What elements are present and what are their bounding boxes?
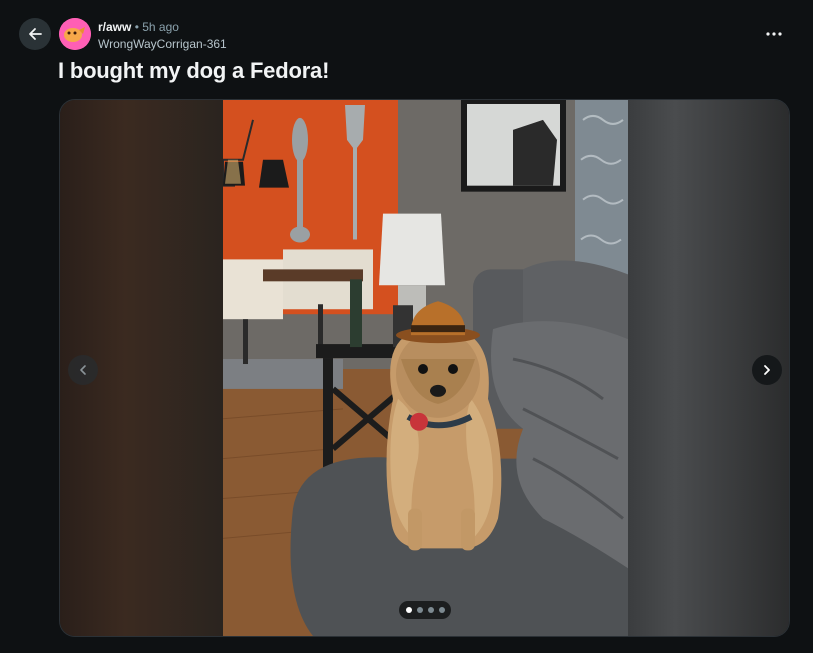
pagination-dot[interactable] (438, 607, 445, 613)
subreddit-link[interactable]: r/aww (98, 20, 131, 34)
gallery-pagination (399, 601, 451, 619)
more-horizontal-icon (766, 32, 782, 36)
image-gallery[interactable] (59, 99, 790, 637)
pagination-dot[interactable] (416, 607, 423, 613)
arrow-left-icon (29, 28, 42, 40)
chevron-left-icon (80, 365, 86, 375)
gallery-prev-button[interactable] (68, 355, 98, 385)
post-time: 5h ago (142, 20, 179, 34)
more-options-button[interactable] (758, 22, 790, 46)
subreddit-icon (59, 18, 91, 50)
back-button[interactable] (19, 18, 51, 50)
meta-separator: • (134, 20, 139, 34)
gallery-image[interactable] (223, 100, 628, 636)
chevron-right-icon (764, 365, 770, 375)
gallery-next-button[interactable] (752, 355, 782, 385)
post-title: I bought my dog a Fedora! (58, 58, 330, 83)
subreddit-avatar[interactable] (59, 18, 91, 50)
pagination-dot[interactable] (427, 607, 434, 613)
post-meta: r/aww • 5h ago WrongWayCorrigan-361 (98, 20, 227, 52)
pagination-dot[interactable] (405, 607, 412, 613)
author-link[interactable]: WrongWayCorrigan-361 (98, 37, 227, 52)
